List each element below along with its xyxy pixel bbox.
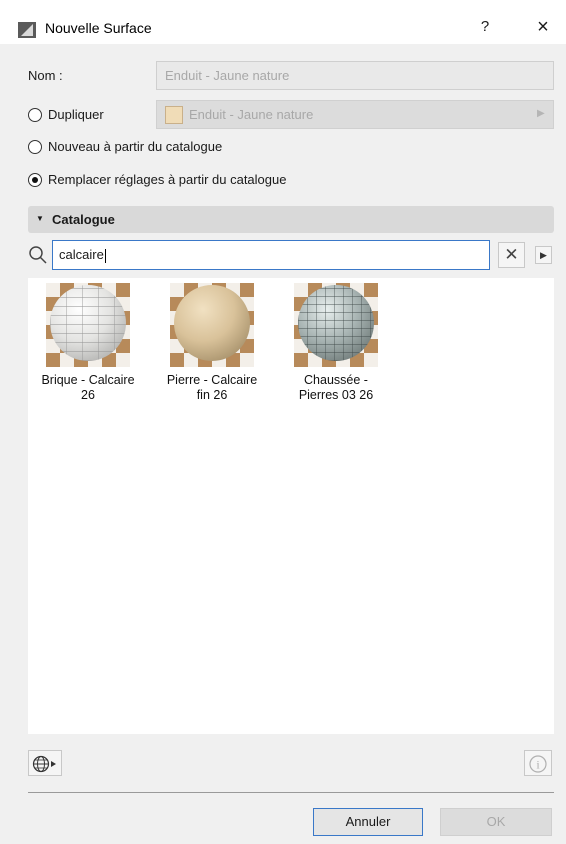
catalogue-item-pierre[interactable]: Pierre - Calcaire fin 26 [155,283,269,403]
archicad-app-icon [18,22,36,38]
dupliquer-dropdown[interactable]: Enduit - Jaune nature ▶ [156,100,554,129]
remplacer-label: Remplacer réglages à partir du catalogue [48,172,287,187]
ok-button[interactable]: OK [440,808,552,836]
clear-search-button[interactable]: ✕ [498,242,525,268]
svg-text:i: i [536,758,540,772]
material-swatch [165,106,183,124]
item-label: Pierre - Calcaire [166,373,258,387]
info-button[interactable]: i [524,750,552,776]
expand-arrow-button[interactable]: ▶ [535,246,552,264]
dropdown-arrow-icon: ▶ [537,108,545,119]
collapse-triangle-icon: ▼ [36,214,44,223]
item-label: Brique - Calcaire [41,373,135,387]
item-label: Chaussée - [304,373,368,387]
item-label: Pierres 03 26 [298,388,374,402]
info-icon: i [529,755,547,773]
search-icon [29,246,47,264]
nom-field[interactable]: Enduit - Jaune nature [156,61,554,90]
catalogue-grid: Brique - Calcaire 26 Pierre - Calcaire fin… [28,278,554,734]
catalogue-label: Catalogue [52,212,115,227]
footer-divider [28,792,554,793]
radio-dupliquer[interactable] [28,108,42,122]
item-label: 26 [81,388,95,402]
search-value: calcaire [59,247,104,262]
globe-icon [32,755,56,773]
nom-label: Nom : [28,68,63,83]
search-input[interactable]: calcaire [52,240,490,270]
radio-remplacer[interactable] [28,173,42,187]
pierre-thumbnail [170,283,254,367]
item-label: fin 26 [196,388,228,402]
radio-nouveau[interactable] [28,140,42,154]
chaussee-thumbnail [294,283,378,367]
catalogue-item-chaussee[interactable]: Chaussée - Pierres 03 26 [279,283,393,403]
dupliquer-value: Enduit - Jaune nature [189,107,314,122]
library-globe-button[interactable] [28,750,62,776]
text-cursor [104,248,106,263]
nouveau-label: Nouveau à partir du catalogue [48,139,223,154]
catalogue-item-brique[interactable]: Brique - Calcaire 26 [31,283,145,403]
window-title: Nouvelle Surface [45,20,152,36]
dupliquer-label: Dupliquer [48,107,104,122]
help-button[interactable]: ? [470,14,500,40]
brique-thumbnail [46,283,130,367]
close-icon[interactable]: × [528,14,558,40]
catalogue-section-header[interactable]: ▼ Catalogue [28,206,554,233]
annuler-button[interactable]: Annuler [313,808,423,836]
